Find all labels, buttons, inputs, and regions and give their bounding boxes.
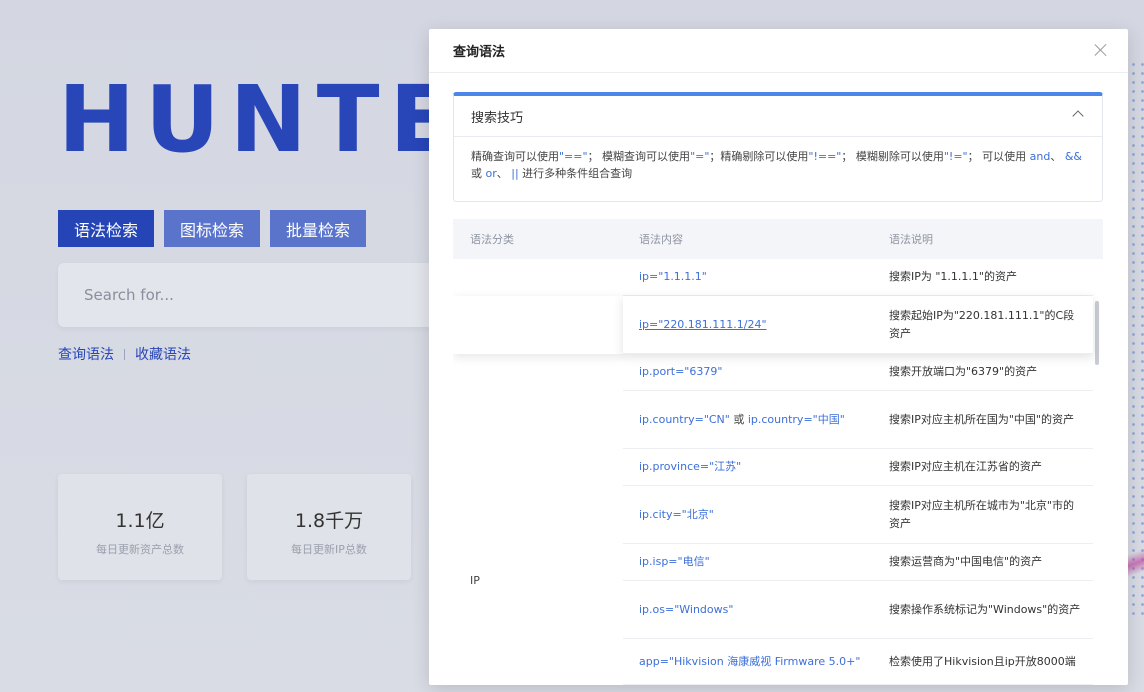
tips-body: 精确查询可以使用"=="； 模糊查询可以使用"="；精确剔除可以使用"!=="；…: [454, 137, 1102, 182]
table-row[interactable]: ip.os="Windows" 搜索操作系统标记为"Windows"的资产: [623, 581, 1093, 639]
tip-keyword: "!=": [943, 150, 968, 163]
syntax-value[interactable]: ip.port="6379": [623, 363, 873, 381]
decorative-stripe: [1128, 532, 1144, 602]
table-row[interactable]: ip.province="江苏" 搜索IP对应主机在江苏省的资产: [623, 449, 1093, 486]
table-row[interactable]: app="Hikvision 海康威视 Firmware 5.0+" 检索使用了H…: [623, 639, 1093, 685]
stat-card-assets: 1.1亿 每日更新资产总数: [58, 474, 222, 580]
tip-text: 精确查询可以使用: [471, 150, 559, 163]
tips-header[interactable]: 搜索技巧: [454, 96, 1102, 137]
syntax-value[interactable]: ip.province="江苏": [623, 458, 873, 476]
column-header-syntax: 语法内容: [639, 233, 683, 246]
stat-label: 每日更新IP总数: [291, 543, 367, 556]
syntax-description: 搜索IP对应主机在江苏省的资产: [889, 460, 1042, 473]
syntax-table: 语法分类 语法内容 语法说明 IP ip="1.1.1.1" 搜索IP为 "1.1…: [453, 219, 1103, 685]
tip-keyword: "=": [690, 150, 710, 163]
syntax-description: 搜索运营商为"中国电信"的资产: [889, 555, 1043, 568]
tip-text: 、: [1050, 150, 1065, 163]
tip-keyword: &&: [1064, 150, 1082, 163]
category-label: IP: [470, 574, 480, 587]
tab-syntax-search[interactable]: 语法检索: [58, 210, 155, 247]
tip-text: ；精确剔除可以使用: [709, 150, 809, 163]
syntax-value[interactable]: ip.country="CN" 或 ip.country="中国": [623, 411, 873, 429]
chevron-up-icon[interactable]: [1072, 110, 1084, 122]
modal-header: 查询语法: [429, 29, 1128, 73]
tab-icon-search[interactable]: 图标检索: [164, 210, 261, 247]
table-row[interactable]: ip.city="北京" 搜索IP对应主机所在城市为"北京"市的资产: [623, 486, 1093, 544]
syntax-description: 搜索IP对应主机所在国为"中国"的资产: [889, 412, 1074, 426]
syntax-description: 搜索操作系统标记为"Windows"的资产: [889, 602, 1081, 616]
saved-syntax-link[interactable]: 收藏语法: [135, 344, 191, 364]
syntax-value[interactable]: app="Hikvision 海康威视 Firmware 5.0+": [623, 653, 873, 671]
search-tips-panel: 搜索技巧 精确查询可以使用"=="； 模糊查询可以使用"="；精确剔除可以使用"…: [453, 92, 1103, 202]
tip-text: 、: [496, 167, 512, 180]
tip-keyword: or: [485, 167, 497, 180]
table-row[interactable]: ip="220.181.111.1/24" 搜索起始IP为"220.181.111…: [623, 296, 1093, 354]
syntax-value[interactable]: ip="1.1.1.1": [623, 268, 873, 286]
syntax-description: 搜索IP为 "1.1.1.1"的资产: [889, 270, 1017, 283]
table-row[interactable]: ip.isp="电信" 搜索运营商为"中国电信"的资产: [623, 544, 1093, 581]
syntax-description: 搜索IP对应主机所在城市为"北京"市的资产: [889, 498, 1074, 530]
divider: [124, 348, 125, 360]
search-mode-tabs: 语法检索 图标检索 批量检索: [58, 210, 367, 247]
column-header-category: 语法分类: [470, 233, 514, 246]
tip-text: ； 模糊剔除可以使用: [841, 150, 944, 163]
table-row[interactable]: ip.port="6379" 搜索开放端口为"6379"的资产: [623, 354, 1093, 391]
row-hover-shadow: [453, 296, 623, 354]
syntax-value[interactable]: ip.os="Windows": [623, 601, 873, 619]
stat-value: 1.1亿: [115, 510, 165, 532]
tip-keyword: "==": [559, 150, 588, 163]
tip-keyword: and: [1029, 150, 1051, 163]
syntax-rows: ip="1.1.1.1" 搜索IP为 "1.1.1.1"的资产 ip="220.18…: [623, 259, 1093, 685]
modal-title: 查询语法: [453, 45, 506, 60]
category-cell: IP: [453, 354, 623, 685]
tip-text: 或: [471, 167, 486, 180]
tip-keyword: ||: [511, 167, 519, 180]
stat-value: 1.8千万: [294, 510, 364, 532]
syntax-description: 搜索开放端口为"6379"的资产: [889, 365, 1038, 378]
stat-card-ips: 1.8千万 每日更新IP总数: [247, 474, 411, 580]
tip-text: 进行多种条件组合查询: [518, 167, 633, 180]
syntax-modal: 查询语法 搜索技巧 精确查询可以使用"=="； 模糊查询可以使用"="；精确剔除…: [429, 29, 1128, 685]
query-syntax-link[interactable]: 查询语法: [58, 344, 114, 364]
tip-text: ； 可以使用: [967, 150, 1030, 163]
close-icon[interactable]: [1094, 43, 1108, 57]
table-row[interactable]: ip.country="CN" 或 ip.country="中国" 搜索IP对应主…: [623, 391, 1093, 449]
tip-text: ； 模糊查询可以使用: [587, 150, 691, 163]
stat-label: 每日更新资产总数: [96, 543, 184, 556]
table-row[interactable]: ip="1.1.1.1" 搜索IP为 "1.1.1.1"的资产: [623, 259, 1093, 296]
tips-title: 搜索技巧: [471, 110, 524, 126]
scrollbar[interactable]: [1095, 301, 1099, 365]
search-input[interactable]: Search for...: [58, 263, 458, 327]
tip-keyword: "!==": [808, 150, 842, 163]
column-header-description: 语法说明: [889, 233, 933, 246]
syntax-value[interactable]: ip="220.181.111.1/24": [623, 316, 873, 334]
syntax-value[interactable]: ip.isp="电信": [623, 553, 873, 571]
syntax-description: 搜索起始IP为"220.181.111.1"的C段资产: [889, 308, 1075, 340]
syntax-value[interactable]: ip.city="北京": [623, 506, 873, 524]
tab-batch-search[interactable]: 批量检索: [270, 210, 367, 247]
table-header: 语法分类 语法内容 语法说明: [453, 219, 1103, 259]
syntax-description: 检索使用了Hikvision且ip开放8000端: [889, 654, 1076, 668]
syntax-links: 查询语法 收藏语法: [58, 344, 191, 364]
